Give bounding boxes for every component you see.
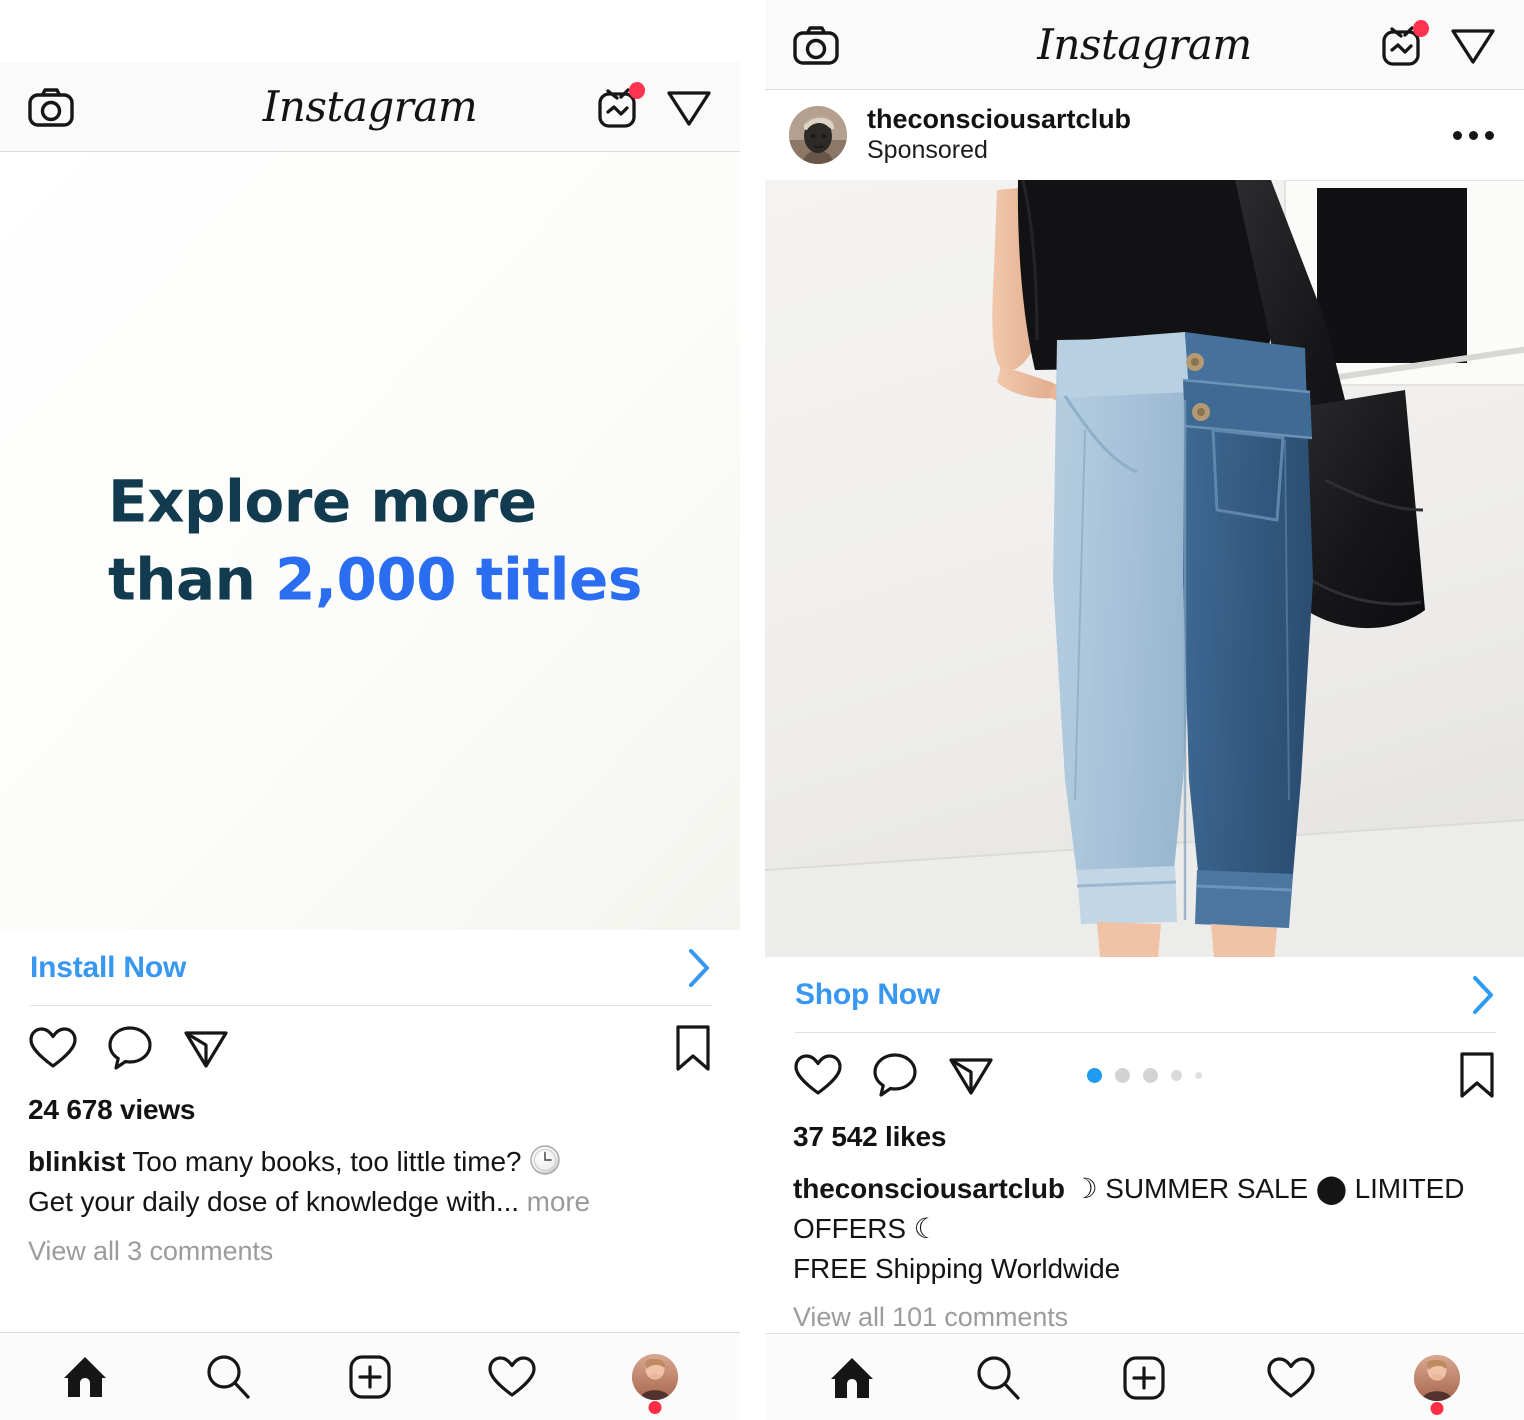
share-button[interactable]: [947, 1053, 995, 1097]
post-caption: theconsciousartclub ☽ SUMMER SALE ⬤ LIMI…: [793, 1169, 1496, 1288]
dot: [1469, 130, 1478, 140]
tab-search[interactable]: [191, 1344, 265, 1410]
instagram-feed-panel-left: Instagram Explore more than 2,000 titles…: [0, 62, 740, 1420]
tab-search[interactable]: [961, 1345, 1035, 1411]
ad-line-2-highlight: 2,000 titles: [275, 545, 642, 613]
caption-line-1: Too many books, too little time?: [132, 1146, 530, 1177]
send-icon[interactable]: [1450, 24, 1496, 66]
view-count: 24 678 views: [28, 1094, 196, 1125]
dot: [1453, 130, 1462, 140]
search-icon: [974, 1354, 1022, 1402]
app-header: Instagram: [0, 62, 740, 152]
carousel-dot: [1115, 1067, 1130, 1083]
search-icon: [204, 1353, 252, 1401]
home-icon: [828, 1355, 876, 1401]
app-header-right: Instagram: [765, 0, 1524, 90]
tab-activity[interactable]: [1254, 1345, 1328, 1411]
bottom-tab-bar: [0, 1332, 740, 1420]
post-media-jeans[interactable]: [765, 180, 1524, 957]
like-button[interactable]: [28, 1025, 78, 1071]
tab-profile[interactable]: [618, 1344, 692, 1414]
home-icon: [61, 1354, 109, 1400]
comment-button[interactable]: [871, 1051, 919, 1099]
send-icon[interactable]: [666, 86, 712, 128]
view-comments-link[interactable]: View all 101 comments: [793, 1302, 1496, 1333]
camera-icon[interactable]: [28, 87, 74, 127]
add-post-icon: [347, 1353, 393, 1401]
post-caption: blinkist Too many books, too little time…: [28, 1142, 712, 1222]
ad-creative-text: Explore more than 2,000 titles: [108, 463, 642, 618]
tab-home[interactable]: [815, 1345, 889, 1411]
post-action-bar: [0, 1006, 740, 1090]
view-comments-link[interactable]: View all 3 comments: [28, 1236, 712, 1267]
carousel-dot: [1171, 1069, 1182, 1081]
caption-username[interactable]: theconsciousartclub: [793, 1173, 1065, 1204]
post-meta-artclub: 37 542 likes theconsciousartclub ☽ SUMME…: [765, 1117, 1524, 1333]
save-button[interactable]: [672, 1023, 714, 1073]
author-username[interactable]: theconsciousartclub: [867, 104, 1131, 136]
like-count: 37 542 likes: [793, 1121, 947, 1152]
carousel-dot: [1143, 1067, 1158, 1083]
caption-line-2: Get your daily dose of knowledge with...: [28, 1185, 519, 1217]
heart-icon: [487, 1354, 537, 1400]
dot: [1485, 130, 1494, 140]
caption-more-link[interactable]: more: [527, 1186, 591, 1217]
ad-line-2: than 2,000 titles: [108, 541, 642, 619]
profile-notification-dot: [1430, 1401, 1444, 1415]
igtv-icon[interactable]: [1380, 19, 1429, 67]
cta-install-now[interactable]: Install Now: [0, 930, 740, 1006]
heart-icon: [1266, 1355, 1316, 1401]
tab-add-post[interactable]: [1107, 1345, 1181, 1411]
statue-bust-avatar[interactable]: [789, 106, 847, 164]
sponsored-label: Sponsored: [867, 136, 988, 165]
notification-badge: [1413, 19, 1429, 37]
like-button[interactable]: [793, 1052, 843, 1098]
camera-icon[interactable]: [793, 25, 839, 65]
profile-avatar: [631, 1353, 678, 1400]
post-meta-blinkist: 24 678 views blinkist Too many books, to…: [0, 1090, 740, 1332]
comment-button[interactable]: [106, 1024, 154, 1072]
share-button[interactable]: [182, 1026, 230, 1070]
profile-avatar: [1413, 1354, 1460, 1401]
caption-line-2: FREE Shipping Worldwide: [793, 1252, 1121, 1284]
more-options-icon[interactable]: [1453, 130, 1502, 140]
ad-line-2-prefix: than: [108, 545, 276, 613]
save-button[interactable]: [1456, 1050, 1498, 1100]
carousel-dot: [1195, 1071, 1202, 1079]
carousel-dot-active: [1087, 1067, 1102, 1083]
chevron-right-icon[interactable]: [686, 947, 712, 989]
caption-username[interactable]: blinkist: [28, 1146, 125, 1177]
ad-line-1: Explore more: [108, 467, 537, 536]
clock-emoji: [529, 1144, 561, 1176]
instagram-feed-panel-right: Instagram theconsciousartclub Sponsored …: [765, 0, 1524, 1420]
tab-home[interactable]: [48, 1344, 122, 1410]
notification-badge: [629, 81, 645, 99]
profile-notification-dot: [648, 1400, 662, 1414]
tab-activity[interactable]: [475, 1344, 549, 1410]
bottom-tab-bar-right: [765, 1333, 1524, 1420]
cta-label: Shop Now: [795, 978, 941, 1011]
post-media-blinkist[interactable]: Explore more than 2,000 titles: [0, 152, 740, 930]
post-action-bar-right: [765, 1033, 1524, 1117]
chevron-right-icon[interactable]: [1470, 974, 1496, 1016]
cta-label: Install Now: [30, 951, 187, 984]
tab-profile[interactable]: [1400, 1345, 1474, 1415]
add-post-icon: [1121, 1354, 1167, 1402]
post-author-row: theconsciousartclub Sponsored: [765, 90, 1524, 180]
igtv-icon[interactable]: [596, 81, 645, 129]
tab-add-post[interactable]: [333, 1344, 407, 1410]
screenshot-canvas: Instagram Explore more than 2,000 titles…: [0, 0, 1524, 1420]
cta-shop-now[interactable]: Shop Now: [765, 957, 1524, 1033]
